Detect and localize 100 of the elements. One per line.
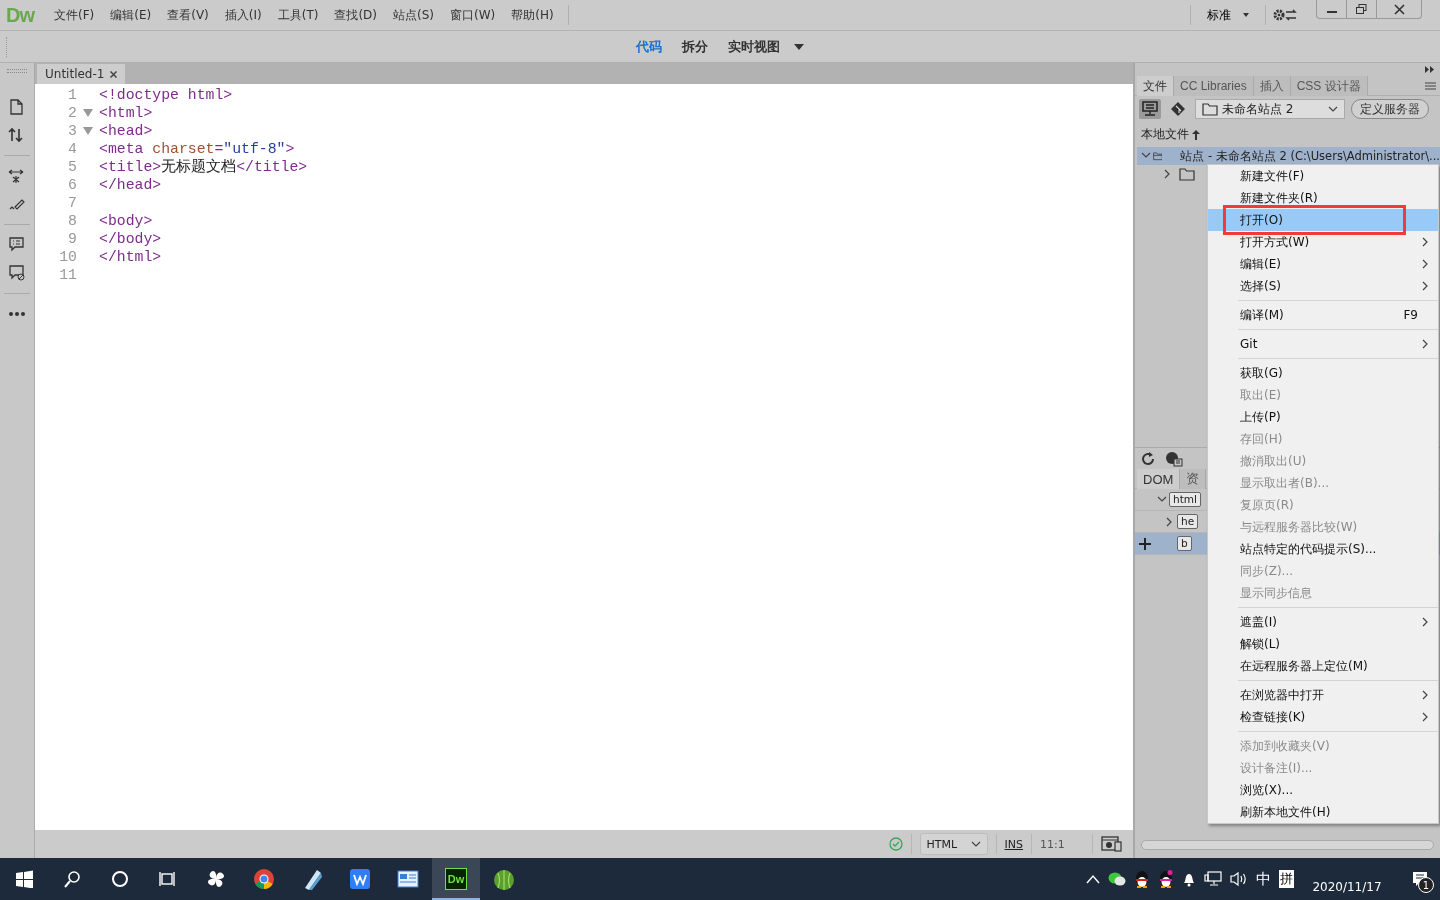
panel-tab[interactable]: DOM: [1137, 469, 1181, 489]
menu-item[interactable]: 帮助(H): [503, 6, 562, 24]
folder-icon: [1152, 149, 1163, 163]
comment-icon[interactable]: [8, 236, 26, 254]
app-icon[interactable]: [493, 868, 515, 890]
panel-tab[interactable]: 插入: [1253, 76, 1291, 96]
code-attribute: charset: [152, 140, 215, 158]
menu-item[interactable]: 编辑(E): [1208, 253, 1438, 275]
menu-item[interactable]: 打开方式(W): [1208, 231, 1438, 253]
scrollbar[interactable]: [1141, 840, 1434, 850]
chat-bubbles-icon[interactable]: [1108, 871, 1126, 887]
cortana-icon[interactable]: [111, 870, 129, 888]
dropdown-caret-icon[interactable]: [794, 43, 804, 50]
code-tag: <body>: [99, 212, 153, 230]
line-number: 10: [58, 248, 77, 266]
app-icon[interactable]: [253, 868, 275, 890]
sync-settings-icon[interactable]: [1272, 7, 1298, 23]
code-tag: <title>: [99, 158, 162, 176]
line-number: 5: [67, 158, 77, 176]
menu-item[interactable]: 遮盖(I): [1208, 611, 1438, 633]
chevron-down-icon: [1328, 105, 1338, 113]
menu-item[interactable]: 在远程服务器上定位(M): [1208, 655, 1438, 677]
penguin-icon[interactable]: [1158, 870, 1174, 888]
start-icon[interactable]: [15, 870, 33, 888]
menu-item[interactable]: 站点(S): [385, 6, 442, 24]
panel-tab[interactable]: 资: [1180, 469, 1207, 489]
bell-icon[interactable]: [1182, 871, 1196, 887]
refresh-icon[interactable]: [1141, 451, 1155, 466]
view-mode-tab[interactable]: 拆分: [674, 33, 716, 60]
input-mode[interactable]: 中: [1256, 869, 1271, 889]
menu-item[interactable]: 工具(T): [269, 6, 327, 24]
search-icon[interactable]: [63, 870, 81, 888]
ime-indicator[interactable]: 拼: [1279, 870, 1294, 888]
code-tag: <!doctype html>: [99, 86, 233, 104]
uncomment-icon[interactable]: [8, 264, 26, 282]
app-icon[interactable]: [397, 868, 419, 890]
code-tag: </title>: [236, 158, 308, 176]
line-number: 4: [67, 140, 77, 158]
language-dropdown[interactable]: HTML: [919, 833, 988, 855]
more-icon[interactable]: [9, 312, 25, 316]
close-icon[interactable]: [1393, 3, 1405, 15]
menu-item[interactable]: 获取(G): [1208, 362, 1438, 384]
insert-mode[interactable]: INS: [1004, 837, 1023, 851]
site-dropdown[interactable]: 未命名站点 2: [1195, 99, 1345, 119]
menu-item[interactable]: 窗口(W): [442, 6, 504, 24]
collapse-panel-icon[interactable]: [1425, 66, 1434, 73]
app-icon[interactable]: [205, 868, 227, 890]
workspace-dropdown[interactable]: 标准: [1197, 6, 1259, 24]
dom-node[interactable]: he: [1177, 514, 1199, 529]
app-logo: Dw: [6, 3, 34, 27]
menu-item[interactable]: 查找(D): [326, 6, 385, 24]
menu-item[interactable]: 查看(V): [159, 6, 217, 24]
menu-item[interactable]: 在浏览器中打开: [1208, 684, 1438, 706]
panel-tab[interactable]: 文件: [1137, 76, 1174, 96]
panel-tab[interactable]: CSS 设计器: [1290, 76, 1368, 96]
line-number: 9: [67, 230, 77, 248]
dom-node[interactable]: b: [1177, 536, 1192, 551]
menu-item[interactable]: 解锁(L): [1208, 633, 1438, 655]
menu-item[interactable]: 编辑(E): [102, 6, 160, 24]
restore-icon[interactable]: [1356, 4, 1367, 14]
device-preview-icon[interactable]: [1101, 836, 1123, 852]
menu-item[interactable]: 新建文件夹(R): [1208, 187, 1438, 209]
close-icon[interactable]: [110, 70, 118, 78]
column-header: 本地文件: [1141, 126, 1189, 143]
menu-item[interactable]: Git: [1208, 333, 1438, 355]
git-icon[interactable]: [1170, 101, 1186, 117]
menu-item[interactable]: 检查链接(K): [1208, 706, 1438, 728]
menu-item[interactable]: 浏览(X)...: [1208, 779, 1438, 801]
code-tag: <head>: [99, 122, 153, 140]
code-tag: <html>: [99, 104, 153, 122]
menu-item[interactable]: 文件(F): [46, 6, 103, 24]
dom-node[interactable]: html: [1169, 492, 1201, 507]
menu-item[interactable]: 插入(I): [216, 6, 270, 24]
local-view-icon[interactable]: [1142, 101, 1158, 117]
show-hidden-icon[interactable]: [1086, 874, 1100, 884]
menu-item[interactable]: 新建文件(F): [1208, 165, 1438, 187]
app-icon[interactable]: [349, 868, 371, 890]
date[interactable]: 2020/11/17: [1302, 880, 1392, 894]
new-file-icon[interactable]: [8, 98, 26, 116]
define-server-button[interactable]: 定义服务器: [1351, 99, 1429, 119]
notification-count: 1: [1418, 877, 1434, 893]
expand-icon[interactable]: [8, 167, 26, 185]
menu-item[interactable]: 上传(P): [1208, 406, 1438, 428]
sort-arrows-icon[interactable]: [8, 126, 26, 144]
menu-item[interactable]: 编译(M) F9: [1208, 304, 1438, 326]
volume-icon[interactable]: [1230, 871, 1248, 887]
code-tag: </head>: [99, 176, 162, 194]
network-icon[interactable]: [1204, 871, 1222, 887]
task-view-icon[interactable]: [159, 870, 177, 888]
add-icon[interactable]: [1138, 536, 1152, 551]
shortcut-label: F9: [1403, 308, 1418, 322]
menu-item[interactable]: 站点特定的代码提示(S)...: [1208, 538, 1438, 560]
menu-item[interactable]: 刷新本地文件(H): [1208, 801, 1438, 823]
view-mode-tab[interactable]: 实时视图: [720, 33, 812, 60]
app-icon[interactable]: Dw: [445, 868, 467, 890]
document-tab[interactable]: Untitled-1: [37, 64, 126, 84]
panel-tab[interactable]: CC Libraries: [1174, 76, 1254, 96]
penguin-icon[interactable]: [1134, 870, 1150, 888]
menu-item[interactable]: 选择(S): [1208, 275, 1438, 297]
sort-up-icon[interactable]: [1192, 129, 1200, 140]
